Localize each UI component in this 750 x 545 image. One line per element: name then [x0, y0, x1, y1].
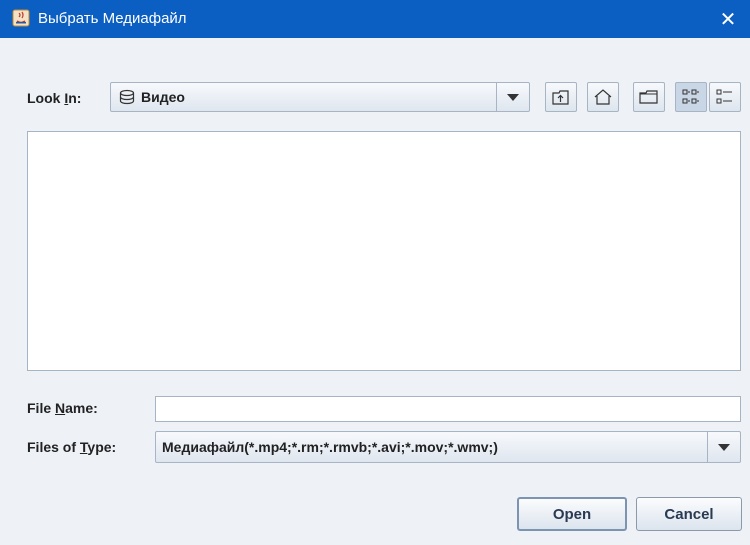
file-name-label: File Name:: [27, 400, 98, 416]
new-folder-icon: [639, 90, 658, 104]
title-bar[interactable]: Выбрать Медиафайл ✕: [0, 0, 750, 38]
files-of-type-combobox[interactable]: Медиафайл(*.mp4;*.rm;*.rmvb;*.avi;*.mov;…: [155, 431, 741, 463]
look-in-label: Look In:: [27, 90, 82, 106]
file-name-input[interactable]: [155, 396, 741, 422]
list-view-button[interactable]: [675, 82, 707, 112]
up-one-level-button[interactable]: [545, 82, 577, 112]
files-of-type-label: Files of Type:: [27, 439, 117, 455]
chevron-down-icon: [507, 93, 519, 101]
look-in-value: Видео: [141, 89, 185, 105]
home-icon: [594, 89, 612, 105]
up-folder-icon: [552, 90, 569, 105]
file-list-pane[interactable]: [27, 131, 741, 371]
look-in-combobox[interactable]: Видео: [110, 82, 530, 112]
java-app-icon: [12, 9, 30, 27]
open-button[interactable]: Open: [517, 497, 627, 531]
file-chooser-dialog: Выбрать Медиафайл ✕ Look In: Видео File …: [0, 0, 750, 545]
home-button[interactable]: [587, 82, 619, 112]
details-view-button[interactable]: [709, 82, 741, 112]
drive-icon: [119, 89, 135, 105]
new-folder-button[interactable]: [633, 82, 665, 112]
window-title: Выбрать Медиафайл: [38, 10, 187, 27]
chevron-down-icon: [718, 443, 730, 451]
close-icon: ✕: [719, 8, 737, 31]
close-button[interactable]: ✕: [706, 0, 750, 38]
list-view-icon: [682, 89, 699, 104]
files-of-type-value: Медиафайл(*.mp4;*.rm;*.rmvb;*.avi;*.mov;…: [162, 439, 498, 455]
files-of-type-dropdown-button[interactable]: [707, 432, 740, 462]
details-view-icon: [716, 89, 732, 104]
look-in-dropdown-button[interactable]: [496, 83, 529, 111]
cancel-button[interactable]: Cancel: [636, 497, 742, 531]
